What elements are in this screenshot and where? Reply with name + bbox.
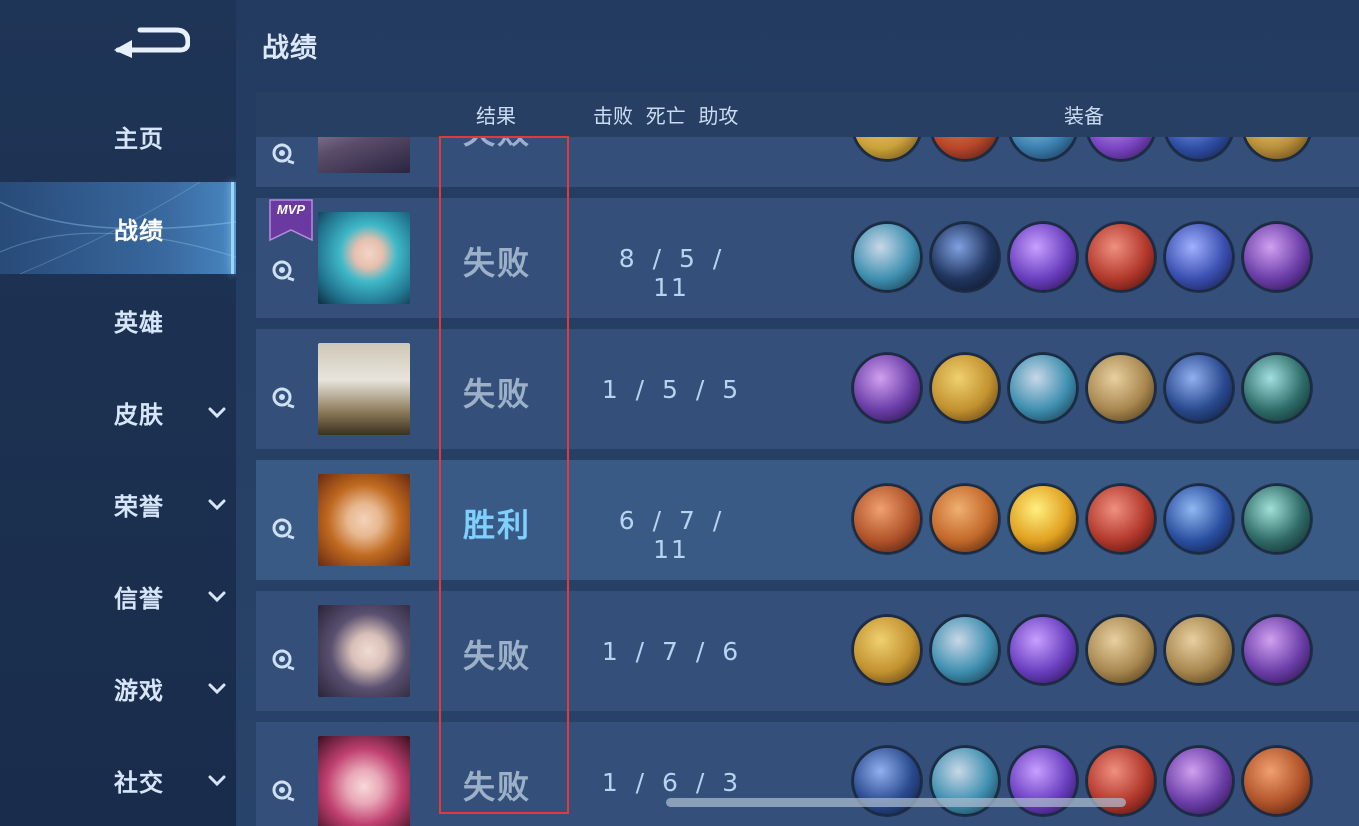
equipment-item-icon[interactable] [1164,615,1234,685]
hero-avatar[interactable] [318,137,410,173]
sidebar-item-label: 英雄 [114,308,164,337]
hero-avatar[interactable] [318,474,410,566]
equipment-list [852,484,1312,554]
equipment-item-icon[interactable] [852,353,922,423]
replay-icon[interactable] [270,516,296,542]
equipment-item-icon[interactable] [1164,484,1234,554]
table-header: 结果 击败 死亡 助攻 装备 [256,92,1359,137]
equipment-item-icon[interactable] [1086,353,1156,423]
kda-value: 6 / 7 / 11 [618,506,724,564]
sidebar-item-label: 游戏 [114,676,164,705]
chevron-down-icon [208,499,226,511]
kda-value: 1 / 7 / 6 [601,637,741,666]
equipment-list [852,137,1312,161]
match-result: 失败 [463,637,532,675]
column-header-equipment: 装备 [1064,104,1104,128]
page-title: 战绩 [262,33,318,64]
sidebar-item-label: 皮肤 [114,400,164,429]
equipment-item-icon[interactable] [852,615,922,685]
kda-value: 1 / 6 / 3 [601,768,741,797]
match-result: 失败 [463,768,532,806]
equipment-item-icon[interactable] [1164,353,1234,423]
equipment-item-icon[interactable] [1086,615,1156,685]
equipment-item-icon[interactable] [930,222,1000,292]
equipment-item-icon[interactable] [1086,222,1156,292]
equipment-item-icon[interactable] [1086,484,1156,554]
replay-icon[interactable] [270,141,296,167]
equipment-list [852,222,1312,292]
sidebar-item-label: 主页 [114,124,164,153]
replay-icon[interactable] [270,778,296,804]
main-panel: 战绩 结果 击败 死亡 助攻 装备 失败 MVP [236,0,1359,826]
chevron-down-icon [208,775,226,787]
sidebar-item-records[interactable]: 战绩 [0,182,236,274]
column-header-kda: 击败 死亡 助攻 [593,104,739,128]
equipment-item-icon[interactable] [1164,746,1234,816]
equipment-item-icon[interactable] [1008,353,1078,423]
replay-icon[interactable] [270,385,296,411]
sidebar-item-skins[interactable]: 皮肤 [0,366,236,458]
equipment-item-icon[interactable] [1008,222,1078,292]
sidebar-item-label: 荣誉 [114,492,164,521]
sidebar-item-label: 战绩 [114,216,164,245]
match-result: 失败 [463,375,532,413]
equipment-item-icon[interactable] [852,137,922,161]
chevron-down-icon [208,591,226,603]
sidebar-item-label: 社交 [114,768,164,797]
column-header-result: 结果 [476,104,516,128]
mvp-badge-icon: MVP [269,199,313,242]
replay-icon[interactable] [270,258,296,284]
sidebar-item-heroes[interactable]: 英雄 [0,274,236,366]
sidebar-item-games[interactable]: 游戏 [0,642,236,734]
equipment-item-icon[interactable] [1242,746,1312,816]
equipment-item-icon[interactable] [930,137,1000,161]
sidebar-item-home[interactable]: 主页 [0,90,236,182]
sidebar-item-credit[interactable]: 信誉 [0,550,236,642]
table-row[interactable]: 失败 1 / 7 / 6 [256,591,1359,711]
match-list[interactable]: 失败 MVP 失败 8 / 5 / 11 [256,137,1359,826]
sidebar: 主页 战绩 英雄 皮肤 荣誉 信誉 游戏 社交 [0,0,236,826]
sidebar-item-label: 信誉 [114,584,164,613]
table-row[interactable]: 失败 [256,137,1359,187]
table-row[interactable]: 失败 1 / 6 / 3 [256,722,1359,826]
equipment-item-icon[interactable] [1164,222,1234,292]
equipment-item-icon[interactable] [930,615,1000,685]
equipment-item-icon[interactable] [1008,615,1078,685]
table-row[interactable]: 失败 1 / 5 / 5 [256,329,1359,449]
equipment-item-icon[interactable] [1008,484,1078,554]
equipment-item-icon[interactable] [930,353,1000,423]
equipment-item-icon[interactable] [1086,137,1156,161]
back-arrow-icon[interactable] [110,22,190,62]
equipment-item-icon[interactable] [1008,137,1078,161]
chevron-down-icon [208,683,226,695]
chevron-down-icon [208,407,226,419]
kda-value: 1 / 5 / 5 [601,375,741,404]
match-result: 失败 [463,244,532,282]
equipment-item-icon[interactable] [1242,137,1312,161]
equipment-item-icon[interactable] [1242,484,1312,554]
equipment-list [852,615,1312,685]
table-row[interactable]: MVP 失败 8 / 5 / 11 [256,198,1359,318]
hero-avatar[interactable] [318,605,410,697]
sidebar-item-honors[interactable]: 荣誉 [0,458,236,550]
replay-icon[interactable] [270,647,296,673]
mvp-label: MVP [277,202,306,217]
sidebar-item-social[interactable]: 社交 [0,734,236,826]
hero-avatar[interactable] [318,343,410,435]
equipment-item-icon[interactable] [852,484,922,554]
table-row[interactable]: 胜利 6 / 7 / 11 [256,460,1359,580]
match-result: 胜利 [463,506,532,544]
match-result: 失败 [463,137,531,153]
equipment-item-icon[interactable] [930,484,1000,554]
hero-avatar[interactable] [318,212,410,304]
equipment-item-icon[interactable] [1242,222,1312,292]
horizontal-scrollbar[interactable] [666,798,1126,807]
equipment-item-icon[interactable] [1164,137,1234,161]
equipment-list [852,353,1312,423]
hero-avatar[interactable] [318,736,410,826]
equipment-item-icon[interactable] [852,222,922,292]
kda-value: 8 / 5 / 11 [618,244,724,302]
equipment-item-icon[interactable] [1242,615,1312,685]
equipment-item-icon[interactable] [1242,353,1312,423]
